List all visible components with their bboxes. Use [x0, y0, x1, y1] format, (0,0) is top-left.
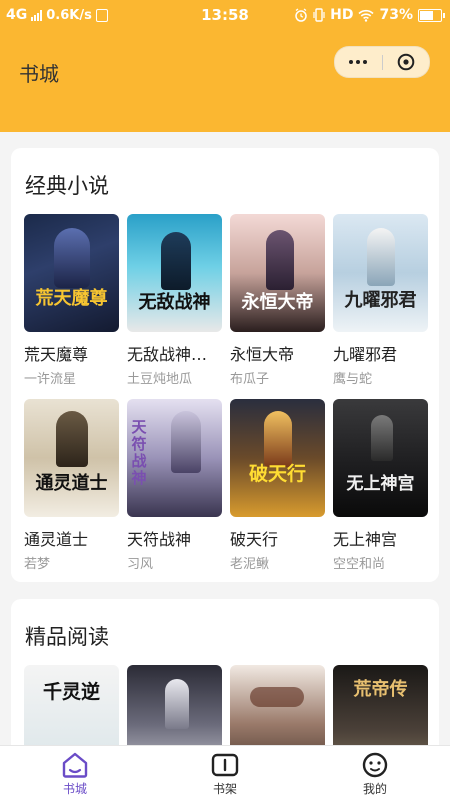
miniprogram-capsule	[334, 46, 430, 78]
book-author: 土豆炖地瓜	[127, 372, 193, 387]
book-author: 布瓜子	[230, 372, 270, 387]
close-circle-icon	[397, 53, 415, 71]
book-cover[interactable]: 破天行	[230, 399, 325, 517]
hd-label: HD	[330, 7, 354, 23]
book-title: 永恒大帝	[230, 345, 295, 364]
dot-icon	[349, 60, 353, 64]
book-item[interactable]: 九曜邪君 九曜邪君 鹰与蛇	[333, 214, 428, 387]
dot-icon	[356, 60, 360, 64]
section-title: 经典小说	[25, 174, 109, 198]
book-author: 习风	[127, 557, 154, 572]
profile-icon	[362, 752, 388, 778]
book-author: 鹰与蛇	[333, 372, 373, 387]
tab-profile[interactable]: 我的	[300, 746, 450, 801]
book-item[interactable]: 无敌战神 无敌战神… 土豆炖地瓜	[127, 214, 222, 387]
book-item[interactable]: 荒天魔尊 荒天魔尊 一许流星	[24, 214, 119, 387]
book-title: 无上神宫	[333, 530, 398, 549]
book-item[interactable]: 无上神宫 无上神宫 空空和尚	[333, 399, 428, 572]
book-title: 荒天魔尊	[24, 345, 89, 364]
book-title: 无敌战神…	[127, 345, 208, 364]
home-icon	[62, 752, 88, 778]
tab-bookstore[interactable]: 书城	[0, 746, 150, 801]
header-bar: 4G 0.6K/s 13:58 HD 73% 书城	[0, 0, 450, 132]
book-title: 九曜邪君	[333, 345, 398, 364]
book-author: 空空和尚	[333, 557, 386, 572]
book-cover[interactable]: 荒天魔尊	[24, 214, 119, 332]
book-title: 天符战神	[127, 530, 192, 549]
book-cover[interactable]: 无上神宫	[333, 399, 428, 517]
book-title: 通灵道士	[24, 530, 89, 549]
book-author: 若梦	[24, 557, 51, 572]
status-bar: 4G 0.6K/s 13:58 HD 73%	[0, 0, 450, 30]
page-title: 书城	[19, 62, 59, 86]
book-item[interactable]: 天符战神 天符战神 习风	[127, 399, 222, 572]
book-author: 一许流星	[24, 372, 77, 387]
book-item[interactable]: 永恒大帝 永恒大帝 布瓜子	[230, 214, 325, 387]
section-title: 精品阅读	[25, 625, 109, 649]
more-button[interactable]	[335, 47, 381, 77]
book-cover[interactable]: 九曜邪君	[333, 214, 428, 332]
dot-icon	[363, 60, 367, 64]
book-title: 破天行	[230, 530, 279, 549]
battery-icon	[418, 8, 445, 22]
tab-bookshelf[interactable]: 书架	[150, 746, 300, 801]
book-author: 老泥鳅	[230, 557, 270, 572]
section-classic-novels: 经典小说 荒天魔尊 荒天魔尊 一许流星 无敌战神 无敌战神… 土豆炖地瓜 永恒大…	[11, 148, 439, 582]
alarm-icon	[295, 8, 307, 22]
book-cover[interactable]: 永恒大帝	[230, 214, 325, 332]
book-item[interactable]: 通灵道士 通灵道士 若梦	[24, 399, 119, 572]
wifi-icon	[358, 9, 375, 22]
tab-label: 书城	[62, 782, 87, 796]
close-button[interactable]	[383, 47, 429, 77]
book-cover[interactable]: 无敌战神	[127, 214, 222, 332]
battery-percent: 73%	[379, 7, 413, 23]
bottom-tab-bar: 书城 书架 我的	[0, 745, 450, 801]
book-item[interactable]: 破天行 破天行 老泥鳅	[230, 399, 325, 572]
vibrate-icon	[313, 8, 325, 22]
tab-label: 书架	[212, 782, 237, 796]
book-cover[interactable]: 通灵道士	[24, 399, 119, 517]
bookshelf-icon	[211, 753, 239, 777]
book-cover[interactable]: 天符战神	[127, 399, 222, 517]
tab-label: 我的	[362, 782, 387, 796]
